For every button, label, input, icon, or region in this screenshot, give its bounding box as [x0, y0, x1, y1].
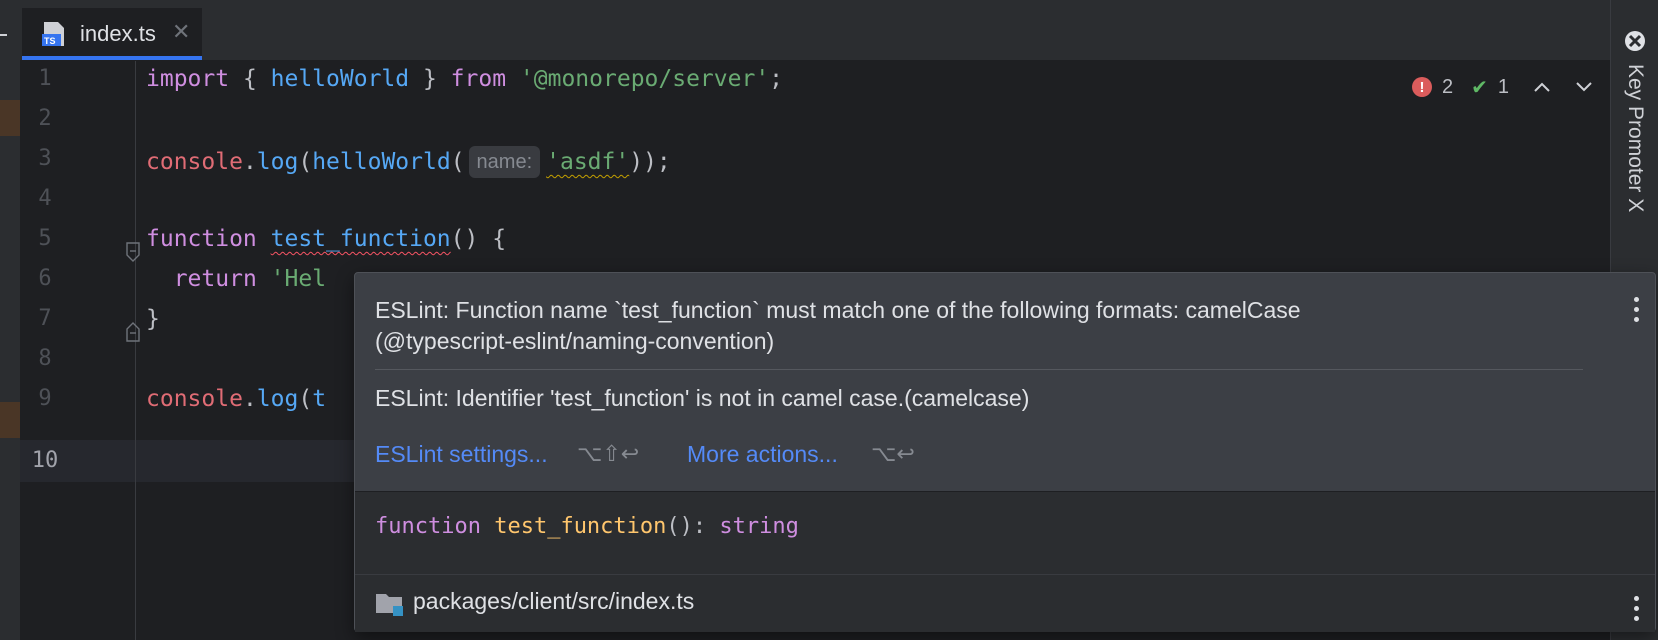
function-name: test_function — [494, 514, 667, 539]
punct: . — [242, 149, 257, 175]
key-promoter-x-tab[interactable]: Key Promoter X — [1623, 64, 1647, 212]
close-icon[interactable]: ✕ — [172, 19, 190, 45]
punct: ( — [298, 386, 313, 412]
line-number: 7 — [38, 306, 52, 331]
more-options-icon[interactable] — [1634, 297, 1639, 322]
error-count: 2 — [1442, 75, 1454, 98]
line-number: 8 — [38, 346, 52, 371]
line-number: 9 — [38, 386, 52, 411]
method: log — [256, 149, 299, 175]
identifier: console — [146, 386, 243, 412]
string-literal: 'asdf' — [546, 149, 630, 175]
eslint-message-1-line-2: (@typescript-eslint/naming-convention) — [375, 328, 775, 354]
inspection-popup: ESLint: Function name `test_function` mu… — [354, 272, 1656, 632]
eslint-message-1-line-1: ESLint: Function name `test_function` mu… — [375, 297, 1301, 323]
string-literal: 'Hel — [270, 266, 327, 292]
keyword: import — [146, 66, 230, 92]
doc-divider — [355, 574, 1655, 575]
more-actions-shortcut: ⌥↩ — [871, 441, 915, 466]
identifier: helloWorld — [312, 149, 451, 175]
editor-tab-bar: TS index.ts ✕ — [20, 8, 1610, 61]
identifier: console — [146, 149, 243, 175]
method: log — [256, 386, 299, 412]
strip-marker — [0, 402, 20, 438]
strip-marker — [0, 100, 20, 136]
popup-divider — [375, 369, 1583, 370]
keyword: from — [450, 66, 507, 92]
fold-close-icon[interactable] — [125, 322, 141, 342]
svg-text:TS: TS — [44, 36, 56, 46]
gutter-divider — [135, 61, 136, 640]
function-name[interactable]: test_function — [271, 226, 451, 252]
fold-open-icon[interactable] — [125, 242, 141, 262]
eslint-message-1: ESLint: Function name `test_function` mu… — [375, 295, 1301, 357]
more-actions-link[interactable]: More actions... — [687, 441, 838, 468]
file-path[interactable]: packages/client/src/index.ts — [413, 588, 694, 615]
key-promoter-icon[interactable] — [1624, 30, 1646, 52]
punct: )); — [629, 149, 671, 175]
more-options-icon[interactable] — [1634, 596, 1639, 621]
code-line-9[interactable]: console.log(t — [146, 386, 326, 412]
typescript-file-icon: TS — [42, 22, 64, 46]
active-tab-indicator — [22, 56, 202, 60]
punct: . — [242, 386, 257, 412]
line-number: 6 — [38, 266, 52, 291]
keyword: return — [173, 266, 257, 292]
return-type: string — [719, 514, 799, 539]
eslint-settings-shortcut: ⌥⇧↩ — [577, 441, 640, 466]
eslint-settings-link[interactable]: ESLint settings... — [375, 441, 548, 468]
punct: () { — [450, 226, 507, 252]
line-number-current: 10 — [31, 448, 59, 473]
punct: } — [409, 66, 451, 92]
parameter-hint: name: — [468, 146, 541, 178]
strip-indicator — [0, 34, 7, 36]
chevron-down-icon[interactable] — [1575, 81, 1593, 93]
folder-icon — [376, 594, 403, 616]
code-line-1[interactable]: import { helloWorld } from '@monorepo/se… — [146, 66, 783, 92]
line-number: 1 — [38, 66, 52, 91]
check-icon: ✔ — [1471, 76, 1488, 99]
eslint-message-2: ESLint: Identifier 'test_function' is no… — [375, 385, 1030, 411]
warning-count: 1 — [1497, 75, 1510, 98]
punct: } — [146, 306, 160, 332]
punct: ( — [298, 149, 313, 175]
quick-documentation: function test_function(): string package… — [355, 491, 1655, 632]
keyword: function — [146, 226, 257, 252]
code-line-3[interactable]: console.log(helloWorld(name:'asdf')); — [146, 146, 671, 178]
identifier: t — [312, 386, 327, 412]
tab-label: index.ts — [80, 21, 156, 46]
error-icon: ! — [1412, 77, 1432, 97]
punct: (): — [666, 514, 720, 539]
code-line-6[interactable]: return 'Hel — [146, 266, 326, 292]
left-tool-strip — [0, 0, 20, 640]
line-number: 3 — [38, 146, 52, 171]
chevron-up-icon[interactable] — [1533, 81, 1551, 93]
code-line-7[interactable]: } — [146, 306, 160, 332]
keyword: function — [375, 514, 481, 539]
punct: { — [229, 66, 271, 92]
line-number: 5 — [38, 226, 52, 251]
line-number: 2 — [38, 106, 52, 131]
string-literal: '@monorepo/server' — [519, 66, 770, 92]
code-line-5[interactable]: function test_function() { — [146, 226, 506, 252]
punct: ; — [769, 66, 784, 92]
punct: ( — [450, 149, 465, 175]
identifier: helloWorld — [270, 66, 410, 92]
function-signature: function test_function(): string — [375, 514, 799, 539]
inspection-widget[interactable]: ! 2 ✔ 1 — [1412, 72, 1593, 102]
tab-index-ts[interactable]: TS index.ts ✕ — [22, 8, 202, 60]
line-number: 4 — [38, 186, 52, 211]
